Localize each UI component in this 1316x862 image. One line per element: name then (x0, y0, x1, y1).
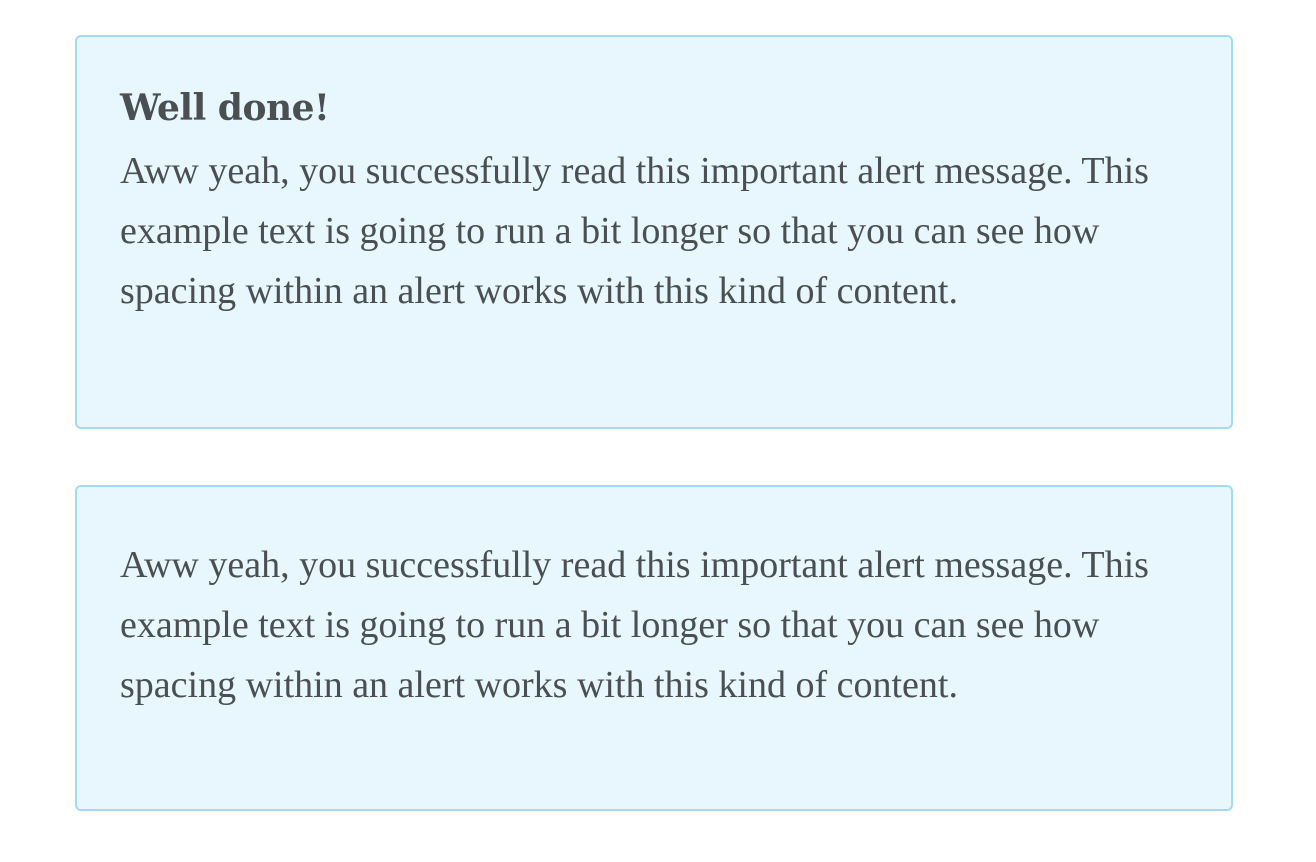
alert-without-heading: Aww yeah, you successfully read this imp… (75, 485, 1233, 811)
alert-message: Aww yeah, you successfully read this imp… (120, 150, 1149, 312)
alert-with-heading: Well done! Aww yeah, you successfully re… (75, 35, 1233, 429)
alert-message: Aww yeah, you successfully read this imp… (120, 544, 1149, 706)
alert-heading: Well done! (120, 87, 330, 129)
